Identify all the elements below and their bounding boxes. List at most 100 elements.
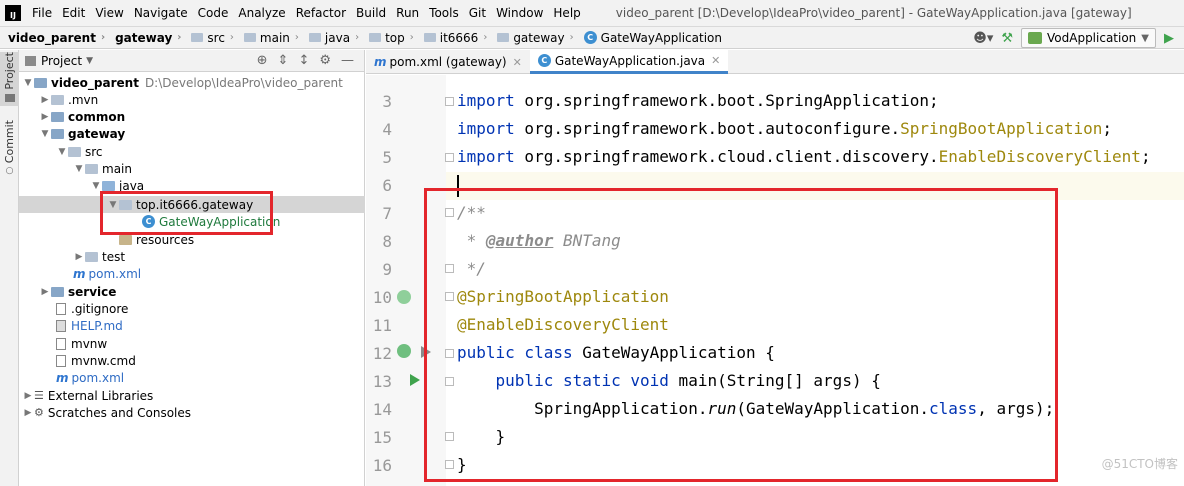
tree-item-label: service bbox=[68, 284, 117, 299]
tree-item-label: pom.xml bbox=[71, 370, 125, 385]
tree-item-gateway[interactable]: ▼ gateway bbox=[19, 125, 365, 142]
tree-item-root-pom[interactable]: m pom.xml bbox=[19, 369, 365, 386]
project-icon bbox=[25, 55, 36, 66]
code-text: org.springframework.cloud.client.discove… bbox=[514, 147, 939, 166]
chevron-right-icon: › bbox=[100, 32, 106, 43]
settings-gear-icon[interactable]: ⚙ bbox=[319, 53, 331, 68]
commit-tool-tab[interactable]: Commit ○ bbox=[0, 120, 19, 177]
chevron-down-icon[interactable]: ▼ bbox=[22, 78, 34, 88]
chevron-down-icon[interactable]: ▼ bbox=[56, 147, 68, 157]
chevron-right-icon: › bbox=[294, 32, 299, 43]
chevron-right-icon[interactable]: ▶ bbox=[39, 112, 51, 122]
project-tool-tab[interactable]: Project bbox=[0, 52, 19, 106]
code-line: import org.springframework.boot.autoconf… bbox=[457, 119, 1112, 138]
chevron-down-icon[interactable]: ▼ bbox=[73, 164, 85, 174]
folder-icon bbox=[68, 146, 81, 157]
tree-item-label: gateway bbox=[68, 126, 126, 141]
run-icon[interactable]: ▶ bbox=[1164, 31, 1174, 46]
tree-item-label: common bbox=[68, 109, 126, 124]
chevron-down-icon: ▼ bbox=[1141, 32, 1149, 44]
file-icon bbox=[56, 302, 66, 315]
menu-run[interactable]: Run bbox=[391, 6, 424, 20]
chevron-right-icon[interactable]: ▶ bbox=[73, 252, 85, 262]
tree-item-mvn[interactable]: ▶ .mvn bbox=[19, 91, 365, 108]
tree-item-mvnw[interactable]: mvnw bbox=[19, 335, 365, 352]
chevron-down-icon[interactable]: ▼ bbox=[86, 56, 93, 66]
fold-marker-icon[interactable] bbox=[445, 153, 454, 162]
menu-edit[interactable]: Edit bbox=[57, 6, 90, 20]
tree-item-main[interactable]: ▼ main bbox=[19, 160, 365, 177]
breadcrumb-label: gateway bbox=[115, 30, 173, 45]
tree-item-src[interactable]: ▼ src bbox=[19, 143, 365, 160]
line-number: 6 bbox=[382, 176, 392, 195]
tree-item-mvnw-cmd[interactable]: mvnw.cmd bbox=[19, 352, 365, 369]
menu-help[interactable]: Help bbox=[548, 6, 585, 20]
folder-icon bbox=[4, 93, 15, 102]
breadcrumb-item[interactable]: src › bbox=[183, 31, 236, 45]
breadcrumb-item[interactable]: C GateWayApplication bbox=[576, 31, 724, 45]
tree-item-label: video_parent bbox=[51, 75, 139, 90]
project-panel-title[interactable]: Project bbox=[41, 54, 82, 68]
breadcrumb-item[interactable]: gateway › bbox=[107, 31, 183, 45]
menu-navigate[interactable]: Navigate bbox=[129, 6, 193, 20]
tree-item-label: mvnw bbox=[71, 336, 108, 351]
user-icon[interactable]: ☻▾ bbox=[973, 31, 993, 46]
run-main-icon[interactable] bbox=[410, 374, 420, 386]
fold-marker-icon[interactable] bbox=[445, 97, 454, 106]
build-hammer-icon[interactable]: ⚒ bbox=[1001, 31, 1013, 46]
chevron-right-icon[interactable]: ▶ bbox=[39, 95, 51, 105]
chevron-right-icon[interactable]: ▶ bbox=[22, 408, 34, 418]
tree-item-video-parent[interactable]: ▼ video_parent D:\Develop\IdeaPro\video_… bbox=[19, 74, 365, 91]
breadcrumb-item[interactable]: it6666 › bbox=[416, 31, 490, 45]
code-keyword: import bbox=[457, 91, 515, 110]
tree-item-help-md[interactable]: HELP.md bbox=[19, 317, 365, 334]
tree-item-label: pom.xml bbox=[88, 266, 142, 281]
locate-icon[interactable]: ⊕ bbox=[257, 53, 268, 68]
menu-git[interactable]: Git bbox=[464, 6, 491, 20]
close-icon[interactable]: ✕ bbox=[513, 56, 522, 69]
code-annotation-class: SpringBootApplication bbox=[900, 119, 1103, 138]
tree-item-gitignore[interactable]: .gitignore bbox=[19, 300, 365, 317]
chevron-down-icon[interactable]: ▼ bbox=[90, 181, 102, 191]
source-folder-icon bbox=[102, 180, 115, 191]
menu-window[interactable]: Window bbox=[491, 6, 548, 20]
code-text: ; bbox=[1140, 147, 1151, 166]
menu-build[interactable]: Build bbox=[351, 6, 391, 20]
chevron-right-icon: › bbox=[483, 32, 488, 43]
module-folder-icon bbox=[51, 128, 64, 139]
chevron-right-icon[interactable]: ▶ bbox=[22, 391, 34, 401]
tab-pom-xml[interactable]: m pom.xml (gateway) ✕ bbox=[366, 50, 530, 74]
menu-view[interactable]: View bbox=[90, 6, 128, 20]
menu-analyze[interactable]: Analyze bbox=[233, 6, 290, 20]
run-configuration-select[interactable]: VodApplication ▼ bbox=[1021, 28, 1156, 48]
menu-tools[interactable]: Tools bbox=[424, 6, 464, 20]
chevron-right-icon: › bbox=[409, 32, 414, 43]
breadcrumb-item[interactable]: top › bbox=[361, 31, 416, 45]
tree-item-common[interactable]: ▶ common bbox=[19, 108, 365, 125]
chevron-down-icon[interactable]: ▼ bbox=[39, 129, 51, 139]
maven-icon: m bbox=[73, 266, 86, 281]
hide-icon[interactable]: — bbox=[341, 53, 354, 68]
breadcrumb-item[interactable]: gateway › bbox=[489, 31, 575, 45]
spring-bean-icon[interactable] bbox=[397, 290, 411, 304]
close-icon[interactable]: ✕ bbox=[711, 54, 720, 67]
commit-icon: ○ bbox=[5, 166, 14, 177]
menu-file[interactable]: File bbox=[27, 6, 57, 20]
tree-item-test[interactable]: ▶ test bbox=[19, 248, 365, 265]
tab-gateway-application[interactable]: C GateWayApplication.java ✕ bbox=[529, 50, 729, 74]
breadcrumb-item[interactable]: main › bbox=[236, 31, 301, 45]
expand-all-icon[interactable]: ⇕ bbox=[278, 53, 289, 68]
menu-refactor[interactable]: Refactor bbox=[291, 6, 351, 20]
tree-item-gateway-pom[interactable]: m pom.xml bbox=[19, 265, 365, 282]
tree-item-external-libraries[interactable]: ▶ ☰ External Libraries bbox=[19, 387, 365, 404]
breadcrumb-item[interactable]: java › bbox=[301, 31, 361, 45]
tree-item-scratches[interactable]: ▶ ⚙ Scratches and Consoles bbox=[19, 404, 365, 421]
collapse-all-icon[interactable]: ↕ bbox=[298, 53, 309, 68]
breadcrumb-item[interactable]: video_parent › bbox=[0, 31, 107, 45]
menu-code[interactable]: Code bbox=[193, 6, 234, 20]
spring-bean-icon[interactable] bbox=[397, 344, 411, 358]
folder-icon bbox=[369, 33, 382, 42]
tree-item-service[interactable]: ▶ service bbox=[19, 283, 365, 300]
breadcrumb-label: video_parent bbox=[8, 30, 96, 45]
chevron-right-icon[interactable]: ▶ bbox=[39, 287, 51, 297]
